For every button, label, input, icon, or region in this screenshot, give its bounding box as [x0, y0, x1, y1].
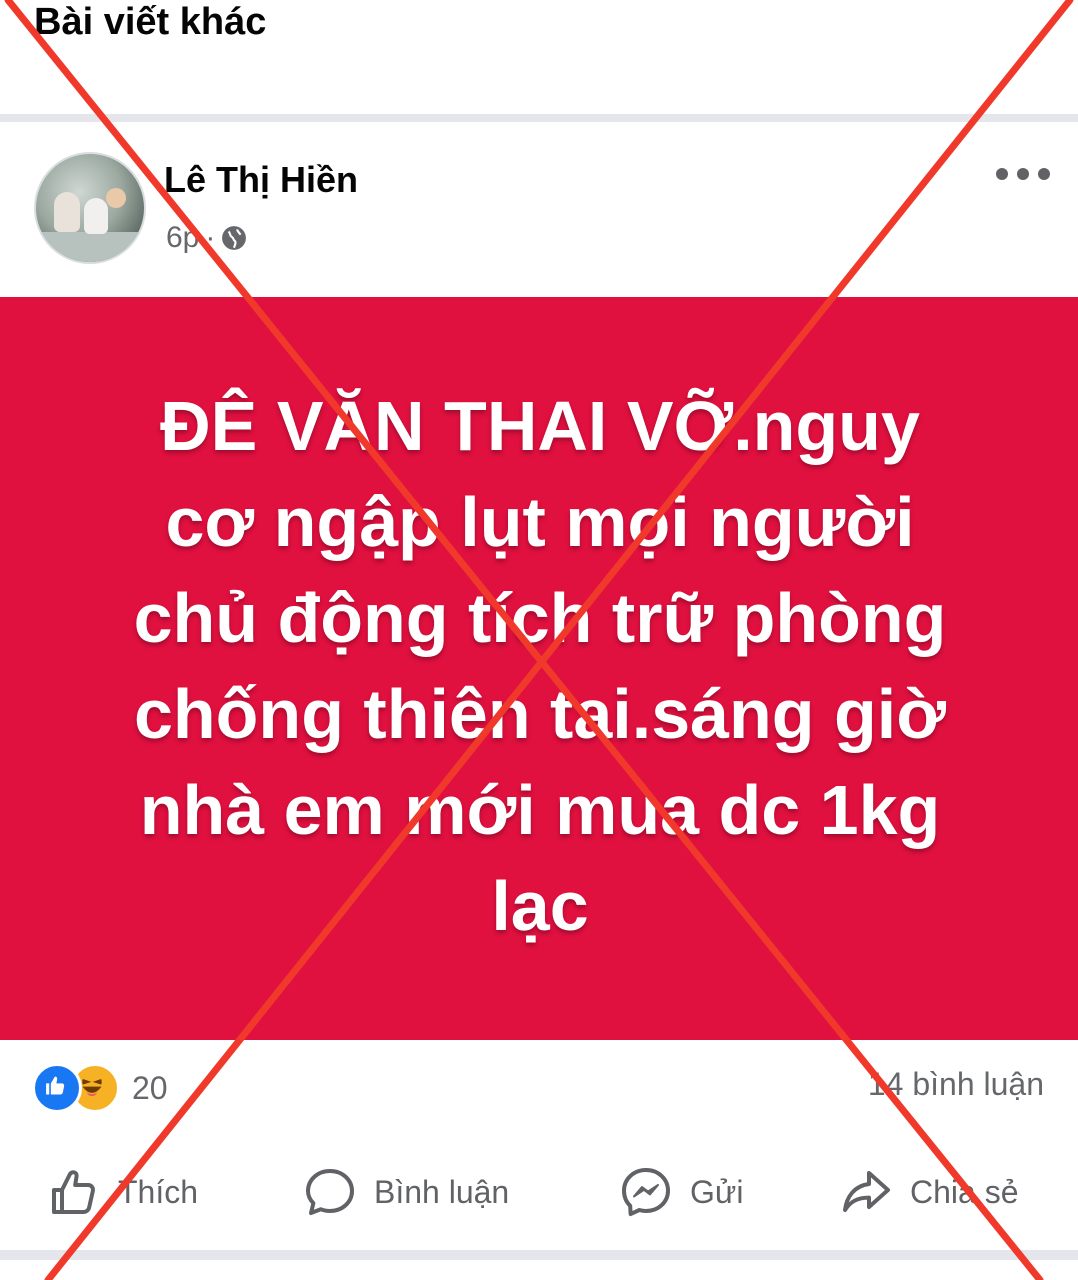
like-reaction-icon [32, 1063, 82, 1113]
reaction-count: 20 [132, 1069, 168, 1106]
more-horizontal-icon[interactable] [996, 168, 1052, 182]
post-meta: 6p · [166, 220, 247, 256]
like-label: Thích [118, 1173, 199, 1210]
share-button[interactable]: Chia sẻ [838, 1160, 1019, 1224]
card-line: lạc [491, 867, 589, 945]
divider [0, 1250, 1078, 1260]
send-button[interactable]: Gửi [618, 1160, 743, 1224]
comment-button[interactable]: Bình luận [302, 1160, 509, 1224]
comment-label: Bình luận [374, 1173, 510, 1210]
share-label: Chia sẻ [910, 1173, 1019, 1210]
messenger-icon [622, 1168, 670, 1216]
thumbs-up-icon [52, 1170, 95, 1214]
card-line: cơ ngập lụt mọi người [165, 483, 915, 561]
post-card-text: ĐÊ VĂN THAI VỠ.nguy cơ ngập lụt mọi ngườ… [90, 378, 990, 954]
comment-count[interactable]: 14 bình luận [868, 1066, 1044, 1103]
author-avatar[interactable] [34, 152, 146, 264]
card-line: ĐÊ VĂN THAI VỠ.nguy [160, 387, 920, 465]
post-time[interactable]: 6p [166, 220, 199, 256]
divider [0, 114, 1078, 122]
send-label: Gửi [690, 1173, 744, 1210]
meta-separator: · [205, 221, 216, 254]
card-line: nhà em mới mua dc 1kg [139, 771, 941, 849]
section-title: Bài viết khác [34, 1, 267, 43]
like-button[interactable]: Thích [46, 1160, 198, 1224]
reactions-summary[interactable]: 20 [32, 1063, 168, 1113]
share-icon [843, 1171, 890, 1212]
comment-icon [306, 1169, 354, 1215]
author-name[interactable]: Lê Thị Hiền [164, 158, 358, 202]
action-bar: Thích Bình luận Gửi Chia sẻ [0, 1160, 1078, 1224]
globe-icon [222, 226, 247, 250]
card-line: chủ động tích trữ phòng [133, 579, 947, 657]
card-line: chống thiên tai.sáng giờ [133, 675, 946, 753]
